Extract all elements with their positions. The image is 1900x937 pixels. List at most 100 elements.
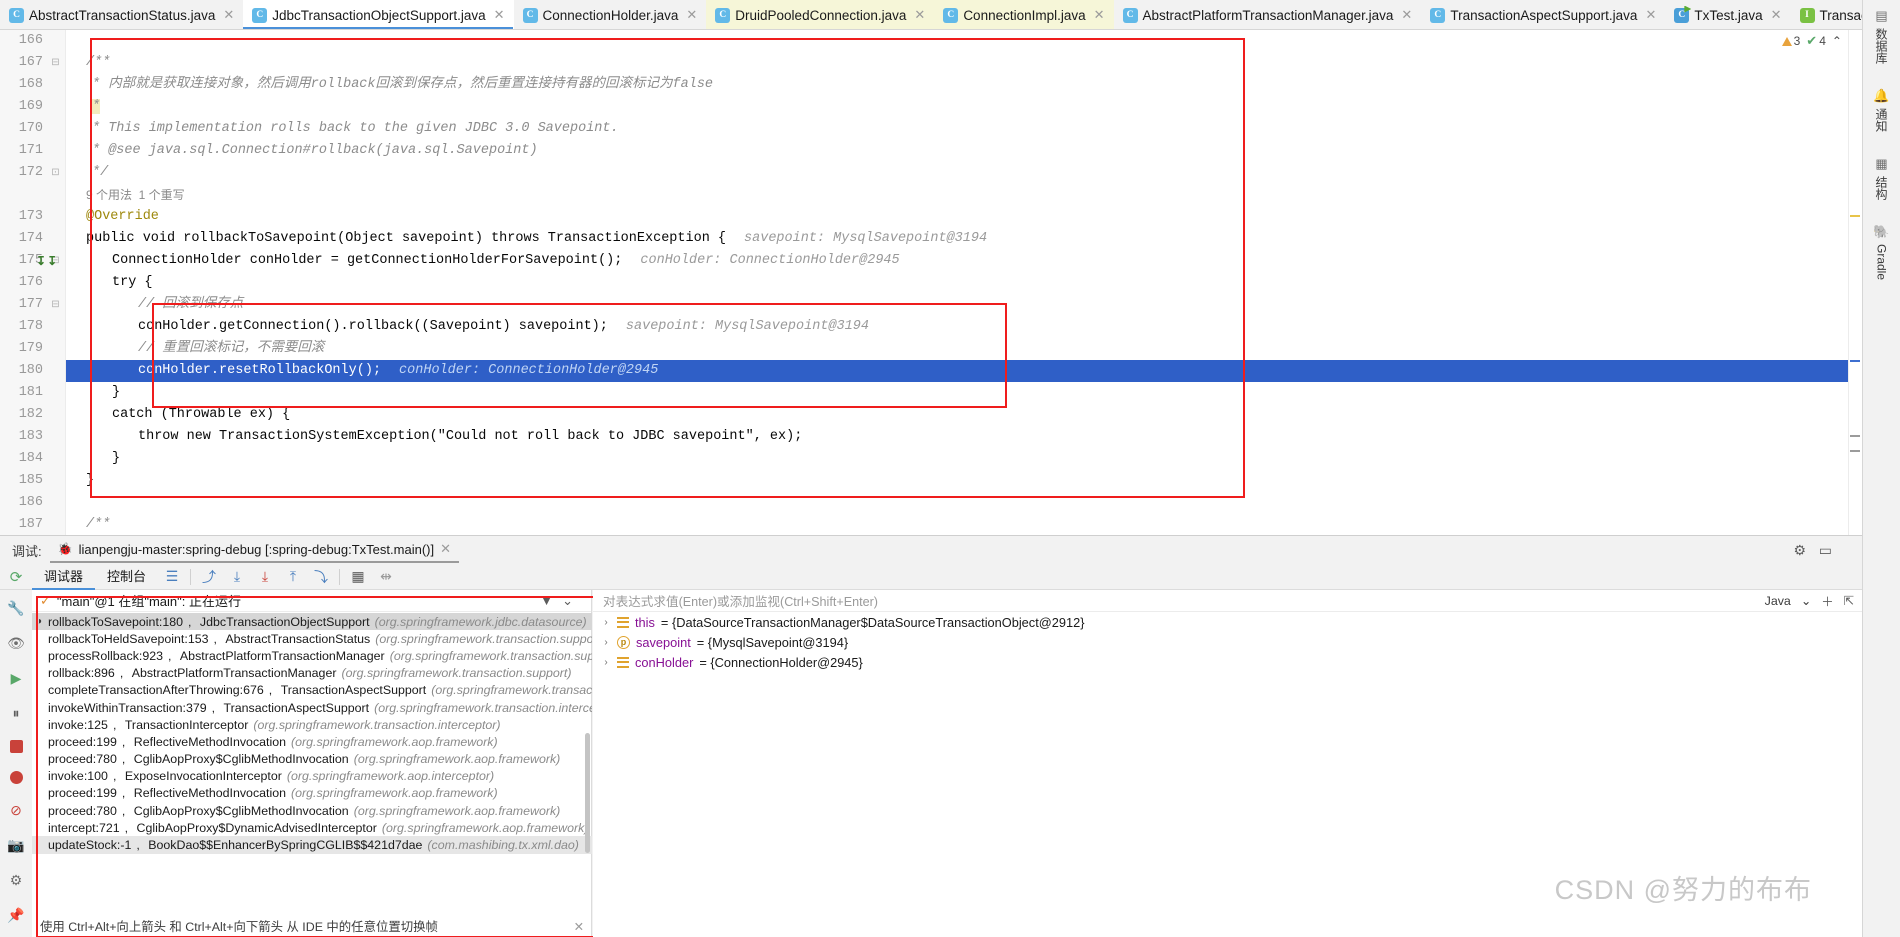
evaluate-expression-input[interactable]: 对表达式求值(Enter)或添加监视(Ctrl+Shift+Enter) xyxy=(603,591,878,610)
code-line[interactable]: * @see java.sql.Connection#rollback(java… xyxy=(66,140,1862,162)
wrench-icon[interactable]: 🔧 xyxy=(7,600,24,617)
code-line[interactable]: * 内部就是获取连接对象，然后调用rollback回滚到保存点，然后重置连接持有… xyxy=(66,74,1862,96)
code-line[interactable]: @Override xyxy=(66,206,1862,228)
prev-problem-icon[interactable]: ⌃ xyxy=(1832,34,1842,48)
variables-toolbar[interactable]: Java ⌄ ＋ ⇱ xyxy=(1765,592,1854,610)
force-step-into-icon[interactable]: ⤓ xyxy=(251,568,279,585)
code-line[interactable]: /** xyxy=(66,52,1862,74)
method-override-icon[interactable]: ↧ xyxy=(36,254,46,268)
editor-tab-bar[interactable]: C AbstractTransactionStatus.java ✕ C Jdb… xyxy=(0,0,1862,30)
stack-frame-row[interactable]: proceed:780, CglibAopProxy$CglibMethodIn… xyxy=(32,751,592,768)
collapse-icon[interactable]: ⇱ xyxy=(1844,593,1854,608)
resume-icon[interactable]: ▶ xyxy=(11,670,22,687)
tool-button-structure[interactable]: ▦ 结构 xyxy=(1873,156,1890,200)
chevron-right-icon[interactable]: › xyxy=(601,657,611,668)
usage-count-label[interactable]: 9 个用法 1 个重写 xyxy=(86,188,185,202)
filter-icon[interactable]: ▼ xyxy=(540,593,553,608)
code-line[interactable]: ConnectionHolder conHolder = getConnecti… xyxy=(66,250,1862,272)
stack-frame-row[interactable]: proceed:780, CglibAopProxy$CglibMethodIn… xyxy=(32,802,592,819)
code-line[interactable]: } xyxy=(66,448,1862,470)
evaluate-expression-bar[interactable]: 对表达式求值(Enter)或添加监视(Ctrl+Shift+Enter) Jav… xyxy=(593,590,1862,612)
mute-icon[interactable]: ⊘ xyxy=(10,802,22,819)
variable-row[interactable]: › conHolder = {ConnectionHolder@2945} xyxy=(593,652,1862,672)
editor-tab-6[interactable]: C TransactionAspectSupport.java ✕ xyxy=(1421,0,1665,29)
stack-frame-row[interactable]: proceed:199, ReflectiveMethodInvocation … xyxy=(32,785,592,802)
code-line[interactable]: */ xyxy=(66,162,1862,184)
stack-frame-row[interactable]: invokeWithinTransaction:379, Transaction… xyxy=(32,699,592,716)
editor-tab-7[interactable]: C TxTest.java ✕ xyxy=(1665,0,1790,29)
step-over-icon[interactable]: ⤴ xyxy=(195,567,223,587)
debug-left-rail[interactable]: 🔧 👁 ▶ ⏸ ⊘ 📷 ⚙ 📌 xyxy=(0,590,32,937)
chevron-down-icon[interactable]: ⌄ xyxy=(1801,593,1811,608)
close-icon[interactable]: ✕ xyxy=(1771,7,1782,23)
evaluate-icon[interactable]: ▦ xyxy=(344,568,372,585)
code-line[interactable]: conHolder.getConnection().rollback((Save… xyxy=(66,316,1862,338)
code-line[interactable]: throw new TransactionSystemException("Co… xyxy=(66,426,1862,448)
right-tool-strip[interactable]: ▤ 数据库 🔔 通知 ▦ 结构 🐘 Gradle xyxy=(1862,0,1900,937)
editor-tab-4[interactable]: C ConnectionImpl.java ✕ xyxy=(934,0,1114,29)
step-into-icon[interactable]: ⤓ xyxy=(223,568,251,585)
close-icon[interactable]: ✕ xyxy=(1094,7,1105,23)
code-line[interactable]: } xyxy=(66,470,1862,492)
pause-icon[interactable]: ⏸ xyxy=(13,705,20,722)
inspection-status[interactable]: 3 ✔ 4 ⌃ ⌄ xyxy=(1742,30,1862,52)
marker-change[interactable] xyxy=(1850,435,1860,437)
code-line[interactable]: public void rollbackToSavepoint(Object s… xyxy=(66,228,1862,250)
rerun-icon[interactable]: ⟳ xyxy=(0,568,32,586)
stack-frame-row[interactable]: completeTransactionAfterThrowing:676, Tr… xyxy=(32,682,592,699)
fold-marker[interactable]: ⊟ xyxy=(50,52,61,74)
stack-frame-row[interactable]: rollback:896, AbstractPlatformTransactio… xyxy=(32,665,592,682)
tab-debugger[interactable]: 调试器 xyxy=(32,564,96,590)
code-line[interactable]: catch (Throwable ex) { xyxy=(66,404,1862,426)
code-editor[interactable]: 166 167 168 169 170 171 172 173 174 175 … xyxy=(0,30,1862,535)
code-line[interactable]: /** xyxy=(66,514,1862,535)
call-stack-list[interactable]: ◑ rollbackToSavepoint:180, JdbcTransacti… xyxy=(32,613,592,913)
marker-warning[interactable] xyxy=(1850,215,1860,217)
close-icon[interactable]: ✕ xyxy=(914,7,925,23)
editor-tab-3[interactable]: C DruidPooledConnection.java ✕ xyxy=(706,0,935,29)
frames-pane[interactable]: ✓ "main"@1 在组"main": 正在运行 ▼ ⌄ ◑ rollback… xyxy=(32,590,592,937)
code-content[interactable]: /** * 内部就是获取连接对象，然后调用rollback回滚到保存点，然后重置… xyxy=(66,30,1862,535)
fold-marker[interactable]: ⊡ xyxy=(50,162,61,184)
stack-frame-row[interactable]: invoke:100, ExposeInvocationInterceptor … xyxy=(32,768,592,785)
stack-frame-row[interactable]: ◑ rollbackToSavepoint:180, JdbcTransacti… xyxy=(32,613,592,631)
marker-current-line[interactable] xyxy=(1850,360,1860,362)
pin-icon[interactable]: 📌 xyxy=(7,907,24,924)
code-line[interactable]: // 重置回滚标记，不需要回滚 xyxy=(66,338,1862,360)
language-selector[interactable]: Java xyxy=(1765,594,1791,608)
chevron-right-icon[interactable]: › xyxy=(601,617,611,628)
step-out-icon[interactable]: ⤒ xyxy=(279,568,307,585)
add-watch-icon[interactable]: ＋ xyxy=(1821,592,1833,610)
editor-tab-2[interactable]: C ConnectionHolder.java ✕ xyxy=(514,0,707,29)
editor-tab-0[interactable]: C AbstractTransactionStatus.java ✕ xyxy=(0,0,243,29)
code-line[interactable]: // 回滚到保存点 xyxy=(66,294,1862,316)
editor-tab-5[interactable]: C AbstractPlatformTransactionManager.jav… xyxy=(1114,0,1422,29)
settings-icon[interactable]: ⚙ xyxy=(10,872,23,889)
stack-frame-row[interactable]: updateStock:-1, BookDao$$EnhancerBySprin… xyxy=(32,836,592,854)
tool-button-gradle[interactable]: 🐘 Gradle xyxy=(1873,224,1889,280)
debug-toolbar[interactable]: ⟳ 调试器 控制台 ☰ ⤴ ⤓ ⤓ ⤒ ⤵ ▦ ⇹ xyxy=(0,564,1862,590)
variable-row[interactable]: › this = {DataSourceTransactionManager$D… xyxy=(593,612,1862,632)
tool-button-database[interactable]: ▤ 数据库 xyxy=(1873,8,1890,64)
debug-session-tab[interactable]: 🐞 lianpengju-master:spring-debug [:sprin… xyxy=(49,537,459,563)
debug-tool-window[interactable]: 调试: 🐞 lianpengju-master:spring-debug [:s… xyxy=(0,535,1862,937)
stack-frame-row[interactable]: processRollback:923, AbstractPlatformTra… xyxy=(32,647,592,664)
stack-frame-row[interactable]: invoke:125, TransactionInterceptor (org.… xyxy=(32,716,592,733)
code-line[interactable]: try { xyxy=(66,272,1862,294)
code-vision-hint[interactable]: 9 个用法 1 个重写 xyxy=(66,184,1862,206)
camera-icon[interactable]: 📷 xyxy=(7,837,24,854)
editor-marker-bar[interactable] xyxy=(1848,30,1862,535)
tool-button-notifications[interactable]: 🔔 通知 xyxy=(1873,88,1890,132)
chevron-down-icon[interactable]: ⌄ xyxy=(562,593,573,609)
close-icon[interactable]: ✕ xyxy=(223,7,234,23)
code-line[interactable]: * This implementation rolls back to the … xyxy=(66,118,1862,140)
code-line[interactable]: * xyxy=(66,96,1862,118)
run-to-cursor-icon[interactable]: ⤵ xyxy=(307,567,335,587)
gear-icon[interactable]: ⚙ xyxy=(1793,542,1806,559)
marker-change[interactable] xyxy=(1850,450,1860,452)
check-badge[interactable]: ✔ 4 xyxy=(1806,33,1826,49)
warning-badge[interactable]: 3 xyxy=(1781,34,1800,48)
editor-gutter[interactable]: 166 167 168 169 170 171 172 173 174 175 … xyxy=(0,30,66,535)
method-implement-icon[interactable]: ↧ xyxy=(47,254,57,268)
editor-tab-1[interactable]: C JdbcTransactionObjectSupport.java ✕ xyxy=(243,0,514,29)
